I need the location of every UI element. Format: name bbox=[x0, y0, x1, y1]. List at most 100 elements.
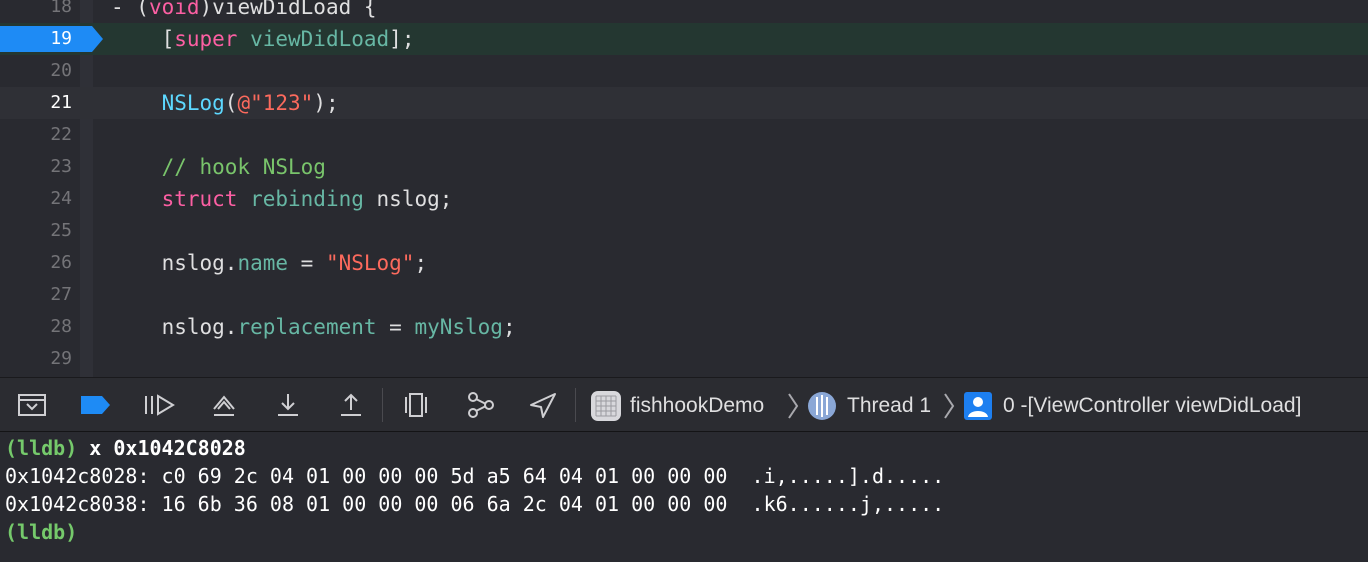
code-token: super bbox=[174, 27, 238, 51]
toolbar-separator bbox=[575, 388, 576, 422]
code-token: ; bbox=[502, 315, 516, 339]
code-token: rebinding bbox=[250, 187, 364, 211]
code-token: nslog; bbox=[363, 187, 453, 211]
line-number: 19 bbox=[50, 28, 72, 49]
code-token: myNslog bbox=[414, 315, 503, 339]
debug-toolbar: fishhookDemo Thread 1 0 -[ViewController… bbox=[0, 377, 1368, 432]
breadcrumb-thread[interactable]: Thread 1 bbox=[806, 378, 931, 433]
code-token: nslog. bbox=[111, 315, 238, 339]
debug-view-hierarchy-icon bbox=[405, 393, 427, 417]
code-token: - ( bbox=[111, 0, 149, 19]
line-number: 21 bbox=[50, 92, 72, 113]
code-token: ]; bbox=[389, 27, 415, 51]
console-command: x 0x1042C8028 bbox=[77, 436, 246, 460]
code-line[interactable]: 26 nslog.name = "NSLog"; bbox=[0, 247, 1368, 279]
line-number: 29 bbox=[50, 348, 72, 369]
continue-button[interactable] bbox=[141, 388, 177, 422]
code-line[interactable]: 28 nslog.replacement = myNslog; bbox=[0, 311, 1368, 343]
code-line[interactable]: 20 bbox=[0, 55, 1368, 87]
breadcrumb-frame[interactable]: 0 -[ViewController viewDidLoad] bbox=[963, 378, 1301, 433]
step-into-icon bbox=[278, 394, 298, 416]
step-out-button[interactable] bbox=[333, 388, 369, 422]
console-output-line: 0x1042c8028: c0 69 2c 04 01 00 00 00 5d … bbox=[5, 464, 945, 488]
stack-frame-icon bbox=[964, 391, 992, 420]
code-text: - (void)viewDidLoad { bbox=[111, 0, 377, 23]
code-token: name bbox=[237, 251, 289, 275]
code-text: NSLog(@"123"); bbox=[111, 87, 339, 119]
code-text: struct rebinding nslog; bbox=[111, 183, 453, 215]
chevron-right-icon bbox=[788, 393, 799, 419]
code-line[interactable]: 29 bbox=[0, 343, 1368, 375]
code-line[interactable]: 18 - (void)viewDidLoad { bbox=[0, 0, 1368, 23]
debug-memory-graph-button[interactable] bbox=[462, 388, 498, 422]
frame-name: 0 -[ViewController viewDidLoad] bbox=[1003, 393, 1302, 417]
code-token: NSLog bbox=[161, 91, 225, 115]
code-line[interactable]: 27 bbox=[0, 279, 1368, 311]
debug-memory-graph-icon bbox=[468, 392, 494, 418]
continue-icon bbox=[145, 394, 175, 416]
code-token: // hook NSLog bbox=[161, 155, 326, 179]
code-token: @"123" bbox=[237, 91, 314, 115]
line-number: 18 bbox=[50, 0, 72, 17]
lldb-prompt: (lldb) bbox=[5, 436, 78, 460]
code-token: struct bbox=[161, 187, 238, 211]
lldb-prompt: (lldb) bbox=[5, 520, 78, 544]
hide-debug-area-button[interactable] bbox=[14, 388, 50, 422]
code-token: nslog. bbox=[111, 251, 238, 275]
line-number: 23 bbox=[50, 156, 72, 177]
breakpoints-toggle-icon bbox=[81, 396, 110, 414]
debug-view-hierarchy-button[interactable] bbox=[398, 388, 434, 422]
simulate-location-button[interactable] bbox=[525, 388, 561, 422]
lldb-console[interactable]: (lldb) x 0x1042C8028 0x1042c8028: c0 69 … bbox=[0, 432, 1368, 562]
code-text: [super viewDidLoad]; bbox=[111, 23, 415, 55]
code-text: nslog.name = "NSLog"; bbox=[111, 247, 428, 279]
line-number: 20 bbox=[50, 60, 72, 81]
breakpoints-toggle-button[interactable] bbox=[77, 388, 113, 422]
thread-icon bbox=[808, 391, 836, 420]
code-token: "NSLog" bbox=[325, 251, 415, 275]
line-number: 27 bbox=[50, 284, 72, 305]
code-text: // hook NSLog bbox=[111, 151, 326, 183]
code-token: void bbox=[148, 0, 200, 19]
code-line[interactable]: 19 [super viewDidLoad]; bbox=[0, 23, 1368, 55]
step-over-icon bbox=[213, 395, 235, 416]
simulate-location-icon bbox=[530, 393, 556, 418]
thread-name: Thread 1 bbox=[847, 393, 932, 417]
chevron-right-icon bbox=[944, 393, 955, 419]
code-token: viewDidLoad bbox=[250, 27, 390, 51]
code-token: ); bbox=[313, 91, 339, 115]
step-into-button[interactable] bbox=[270, 388, 306, 422]
code-line[interactable]: 22 bbox=[0, 119, 1368, 151]
code-line[interactable]: 21 NSLog(@"123"); bbox=[0, 87, 1368, 119]
code-token: ; bbox=[414, 251, 428, 275]
line-number: 22 bbox=[50, 124, 72, 145]
line-number: 26 bbox=[50, 252, 72, 273]
code-token: ( bbox=[224, 91, 238, 115]
console-command-line: (lldb) x 0x1042C8028 bbox=[5, 434, 246, 462]
code-line[interactable]: 23 // hook NSLog bbox=[0, 151, 1368, 183]
code-token: replacement bbox=[237, 315, 377, 339]
code-token: = bbox=[376, 315, 415, 339]
app-icon bbox=[591, 390, 621, 421]
code-line[interactable]: 24 struct rebinding nslog; bbox=[0, 183, 1368, 215]
line-number: 25 bbox=[50, 220, 72, 241]
line-number: 28 bbox=[50, 316, 72, 337]
line-number: 24 bbox=[50, 188, 72, 209]
code-line[interactable]: 25 bbox=[0, 215, 1368, 247]
code-token: )viewDidLoad { bbox=[199, 0, 377, 19]
breadcrumb-app[interactable]: fishhookDemo bbox=[590, 378, 764, 433]
console-prompt-line: (lldb) bbox=[5, 518, 77, 546]
code-token: = bbox=[288, 251, 326, 275]
code-text: nslog.replacement = myNslog; bbox=[111, 311, 516, 343]
app-name: fishhookDemo bbox=[630, 393, 765, 417]
hide-debug-area-icon bbox=[18, 394, 46, 416]
source-editor[interactable]: 18- (void)viewDidLoad {19 [super viewDid… bbox=[0, 0, 1368, 377]
toolbar-separator bbox=[382, 388, 383, 422]
code-token: [ bbox=[111, 27, 175, 51]
step-over-button[interactable] bbox=[206, 388, 242, 422]
